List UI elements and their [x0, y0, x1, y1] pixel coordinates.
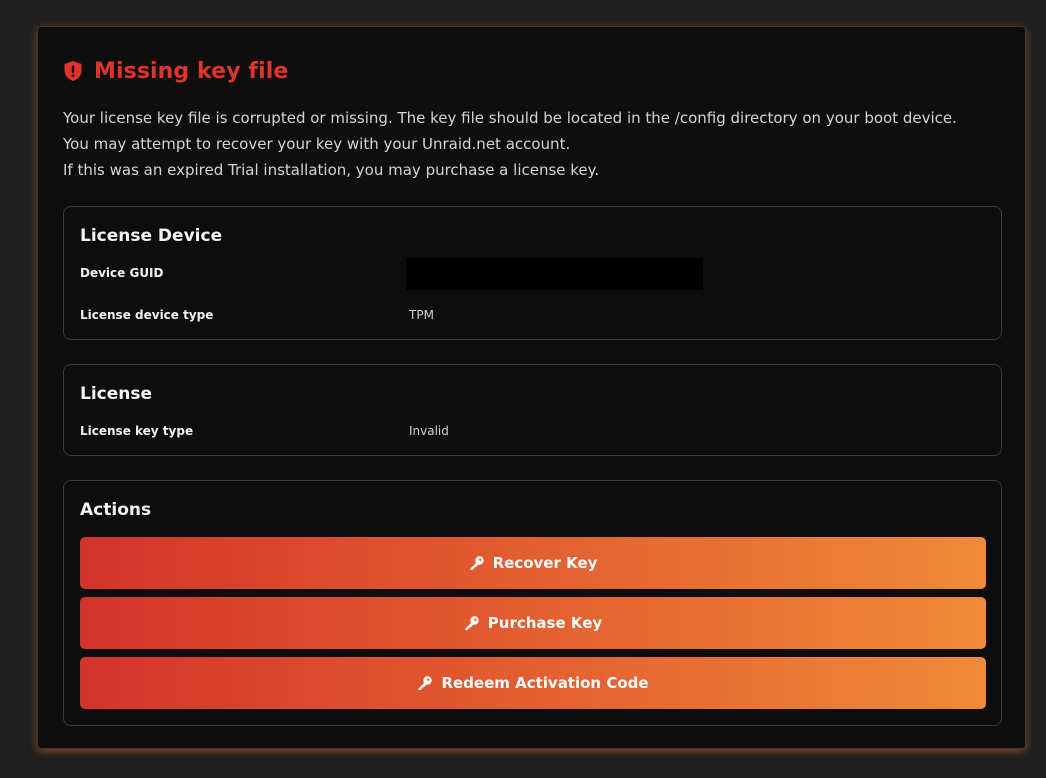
- header: Missing key file: [63, 57, 288, 85]
- card-title: License: [80, 384, 153, 404]
- description: Your license key file is corrupted or mi…: [63, 105, 957, 183]
- recover-key-button[interactable]: Recover Key: [80, 537, 986, 589]
- key-icon: [417, 675, 433, 691]
- license-device-card: License Device Device GUID License devic…: [63, 206, 1002, 340]
- button-label: Redeem Activation Code: [441, 674, 649, 692]
- card-title: Actions: [80, 500, 152, 520]
- button-label: Purchase Key: [487, 614, 603, 632]
- description-line: If this was an expired Trial installatio…: [63, 161, 600, 179]
- license-device-type-label: License device type: [80, 308, 214, 322]
- device-guid-label: Device GUID: [80, 266, 164, 280]
- button-label: Recover Key: [492, 554, 598, 572]
- license-key-type-value: Invalid: [409, 424, 449, 438]
- purchase-key-button[interactable]: Purchase Key: [80, 597, 986, 649]
- redeem-activation-code-button[interactable]: Redeem Activation Code: [80, 657, 986, 709]
- key-icon: [469, 555, 485, 571]
- card-title: License Device: [80, 226, 223, 246]
- license-error-panel: Missing key file Your license key file i…: [37, 26, 1026, 749]
- license-device-type-value: TPM: [409, 308, 434, 322]
- license-key-type-label: License key type: [80, 424, 194, 438]
- description-line: You may attempt to recover your key with…: [63, 135, 571, 153]
- shield-alert-icon: [63, 60, 83, 82]
- actions-card: Actions Recover Key Purchase Key Redeem …: [63, 480, 1002, 726]
- device-guid-value-redacted: [406, 258, 703, 290]
- description-line: Your license key file is corrupted or mi…: [63, 109, 957, 127]
- key-icon: [464, 615, 480, 631]
- license-card: License License key type Invalid: [63, 364, 1002, 456]
- page-title: Missing key file: [94, 58, 289, 84]
